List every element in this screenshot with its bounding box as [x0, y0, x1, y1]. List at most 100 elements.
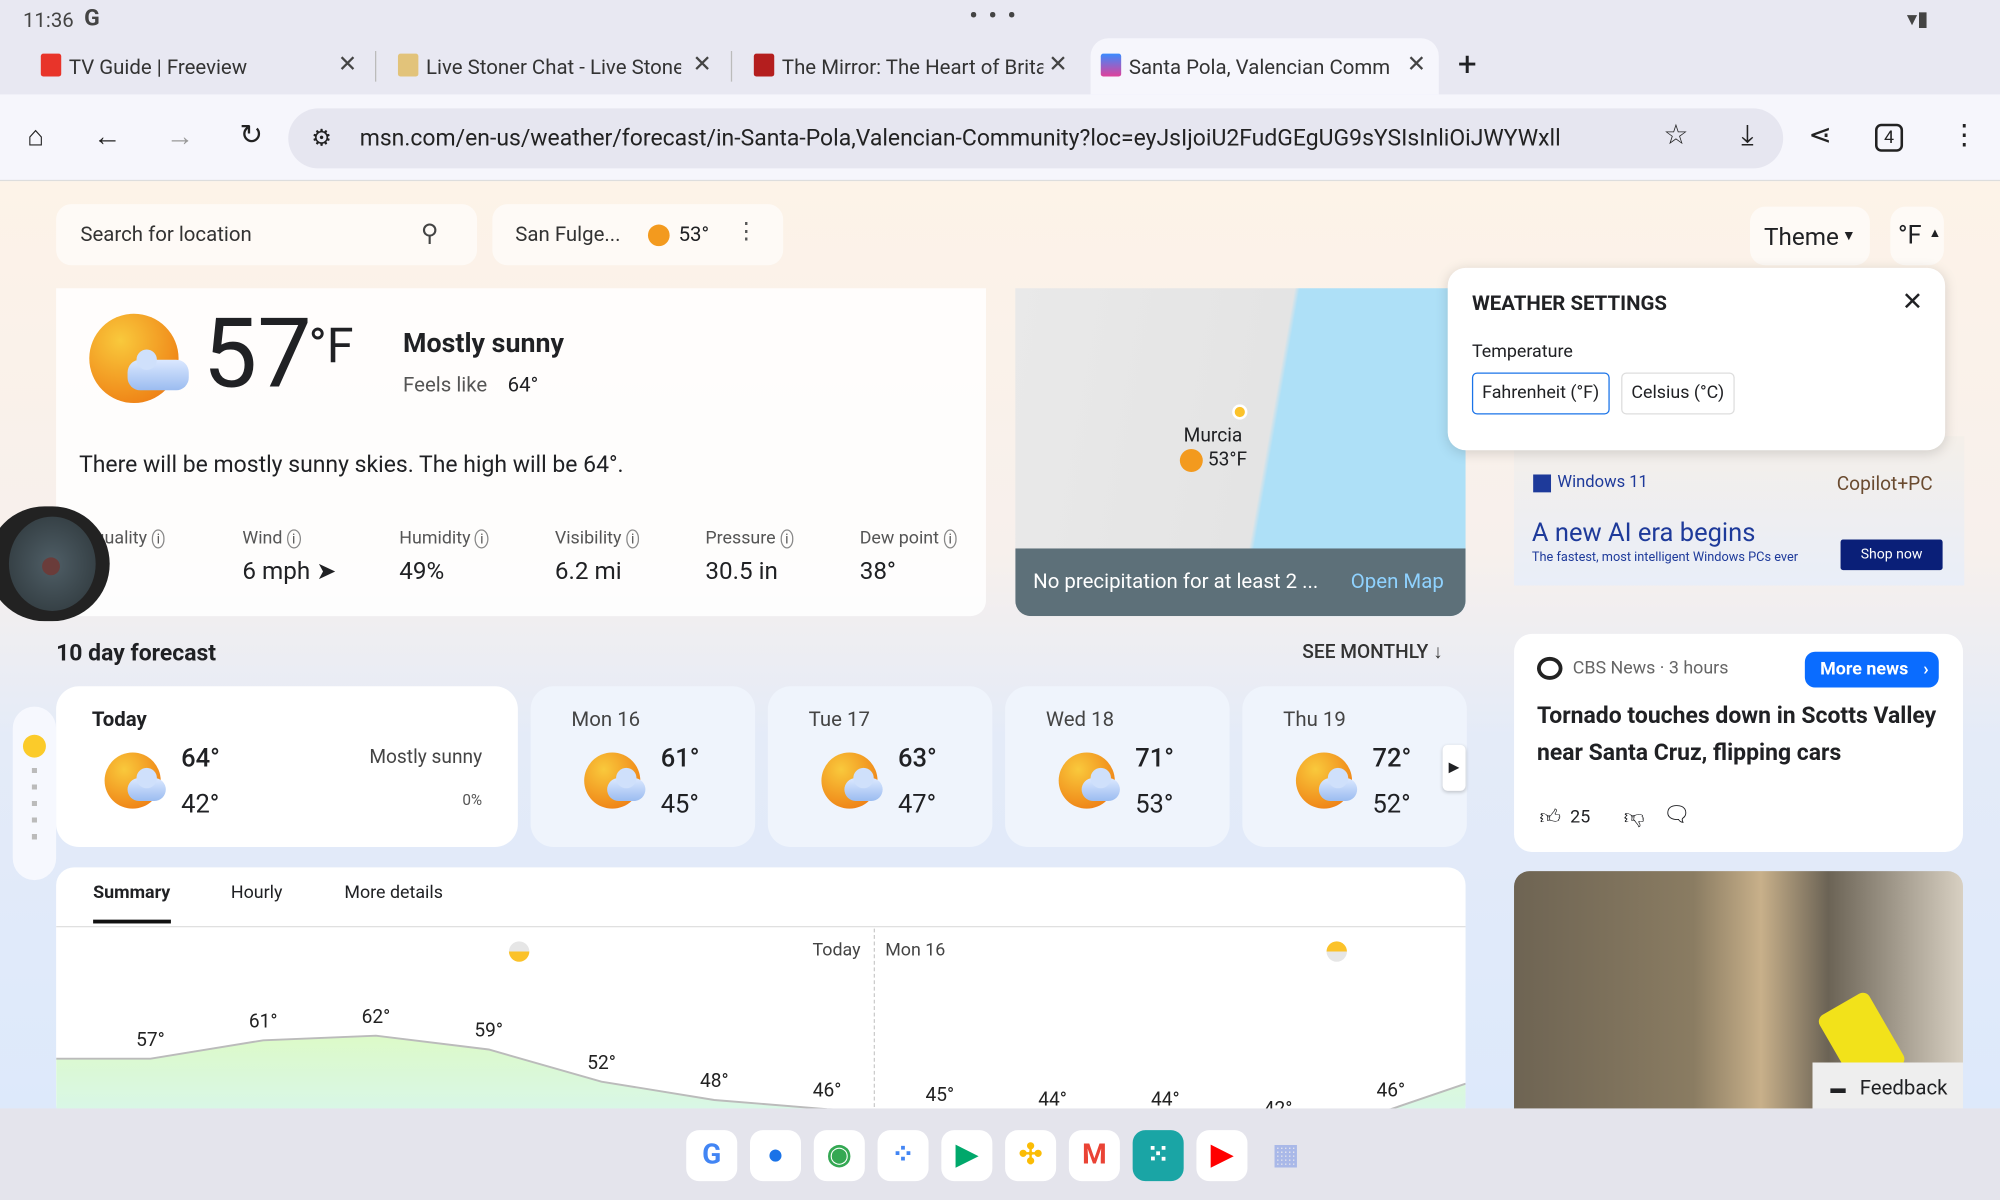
info-icon[interactable]: i — [151, 529, 166, 549]
search-input[interactable]: Search for location — [80, 222, 251, 246]
share-icon[interactable]: ⋖ — [1802, 120, 1838, 152]
weather-settings-panel: WEATHER SETTINGS ✕ Temperature Fahrenhei… — [1447, 267, 1946, 451]
address-bar[interactable]: ⚙ msn.com/en-us/weather/forecast/in-Santa… — [288, 108, 1784, 169]
metric-label-text: Visibility — [554, 528, 622, 549]
chrome-app-icon[interactable]: ◉ — [813, 1130, 865, 1182]
photos-app-icon[interactable]: ✣ — [1005, 1130, 1057, 1182]
temperature-label: 52° — [587, 1051, 616, 1074]
windows-logo-icon — [1533, 474, 1552, 493]
metric-label[interactable]: Dew point i — [859, 528, 958, 549]
fitbit-app-icon[interactable]: ⁙ — [1132, 1130, 1184, 1182]
temperature-label: 59° — [474, 1019, 503, 1042]
site-settings-icon[interactable]: ⚙ — [311, 108, 332, 168]
temperature-label: 44° — [1151, 1088, 1180, 1111]
current-temp: 57 — [202, 295, 312, 411]
info-icon[interactable]: i — [286, 529, 301, 549]
news-card[interactable]: CBS News · 3 hours More news › Tornado to… — [1514, 633, 1964, 853]
next-days-arrow[interactable]: ▶ — [1442, 744, 1466, 791]
timeline-scrubber[interactable] — [12, 706, 57, 881]
temperature-label: 46° — [813, 1078, 842, 1101]
metric-value: 49% — [399, 556, 445, 586]
tab-tv-guide[interactable]: TV Guide | Freeview ✕ — [31, 38, 370, 94]
tab-count-button[interactable]: 4 — [1874, 123, 1904, 152]
windows-ad[interactable]: Windows 11 Copilot+PC A new AI era begin… — [1514, 436, 1965, 586]
clock: 11:36 — [22, 7, 74, 32]
close-tab-icon[interactable]: ✕ — [338, 51, 357, 78]
info-icon[interactable]: i — [625, 529, 640, 549]
tab-mirror[interactable]: The Mirror: The Heart of Britain ✕ — [744, 38, 1081, 94]
temperature-label: 44° — [1038, 1088, 1067, 1111]
more-news-button[interactable]: More news › — [1804, 651, 1939, 688]
home-icon[interactable]: ⌂ — [18, 120, 54, 153]
temperature-label: 45° — [925, 1083, 954, 1106]
ad-subtext: The fastest, most intelligent Windows PC… — [1531, 551, 1799, 566]
assistant-app-icon[interactable]: ⁘ — [877, 1130, 929, 1182]
download-icon[interactable]: ⤓ — [1730, 120, 1766, 152]
weather-map[interactable]: Murcia 53°F No precipitation for at leas… — [1015, 288, 1466, 617]
tab-title: Santa Pola, Valencian Community — [1128, 54, 1391, 79]
like-icon[interactable]: 👍︎ — [1540, 805, 1561, 831]
metric-label[interactable]: Wind i — [242, 528, 301, 549]
forecast-day-card[interactable]: Thu 19 72° 52° — [1242, 686, 1467, 847]
messages-app-icon[interactable]: ● — [749, 1130, 802, 1182]
search-icon[interactable]: ⚲ — [421, 218, 439, 247]
close-tab-icon[interactable]: ✕ — [692, 51, 711, 78]
forecast-title: 10 day forecast — [56, 640, 217, 668]
close-tab-icon[interactable]: ✕ — [1407, 51, 1426, 78]
forecast-day-card[interactable]: Tue 17 63° 47° — [767, 686, 993, 847]
reload-icon[interactable]: ↻ — [233, 120, 269, 152]
close-tab-icon[interactable]: ✕ — [1048, 51, 1067, 78]
shop-now-button[interactable]: Shop now — [1840, 539, 1943, 571]
youtube-app-icon[interactable]: ▶ — [1196, 1130, 1248, 1182]
tab-santa-pola[interactable]: Santa Pola, Valencian Community ✕ — [1090, 38, 1439, 95]
low-temp: 45° — [660, 788, 699, 819]
more-options-icon[interactable]: ⋮ — [735, 218, 758, 245]
sun-icon — [22, 734, 46, 758]
see-monthly-link[interactable]: SEE MONTHLY ↓ — [1302, 640, 1442, 663]
app-drawer-icon[interactable]: ▦ — [1260, 1130, 1311, 1181]
close-icon[interactable]: ✕ — [1902, 286, 1923, 317]
google-app-icon[interactable]: G — [686, 1130, 738, 1182]
favicon — [753, 53, 775, 77]
open-map-link[interactable]: Open Map — [1351, 569, 1444, 593]
location-search[interactable]: Search for location ⚲ — [56, 204, 478, 266]
back-icon[interactable]: ← — [89, 120, 125, 153]
feedback-button[interactable]: ▬ Feedback — [1812, 1062, 1964, 1114]
ad-product: Copilot+PC — [1836, 471, 1933, 495]
news-headline[interactable]: Tornado touches down in Scotts Valley ne… — [1537, 698, 1945, 772]
tab-title: TV Guide | Freeview — [68, 54, 248, 79]
info-icon[interactable]: i — [474, 529, 489, 549]
metric-label[interactable]: Humidity i — [399, 528, 489, 549]
comment-icon[interactable]: 🗨︎ — [1663, 802, 1691, 828]
play-store-icon[interactable]: ▶ — [941, 1130, 993, 1182]
window-dots[interactable]: • • • — [969, 3, 1018, 30]
metric-label[interactable]: Pressure i — [705, 528, 794, 549]
forecast-day-card[interactable]: Mon 16 61° 45° — [530, 686, 756, 847]
theme-button[interactable]: Theme ▼ — [1749, 206, 1870, 266]
map-marker[interactable] — [1179, 448, 1203, 472]
tab-stoner-chat[interactable]: Live Stoner Chat - Live Stoner ✕ — [388, 38, 725, 94]
metric-label[interactable]: Visibility i — [555, 528, 640, 548]
floating-chat-bubble[interactable] — [0, 506, 110, 622]
forecast-day-card[interactable]: Wed 18 71° 53° — [1005, 686, 1230, 847]
info-icon[interactable]: i — [943, 529, 958, 549]
new-tab-button[interactable]: + — [1458, 46, 1477, 84]
url-text: msn.com/en-us/weather/forecast/in-Santa-… — [359, 124, 1561, 152]
forward-icon[interactable]: → — [162, 120, 198, 153]
fahrenheit-option[interactable]: Fahrenheit (°F) — [1471, 372, 1610, 415]
forecast-day-card[interactable]: Today 64° 42° Mostly sunny 0% — [56, 686, 518, 847]
bookmark-star-icon[interactable]: ☆ — [1658, 120, 1694, 152]
unit-toggle[interactable]: °F ▲ — [1890, 206, 1944, 266]
metric-label-text: Dew point — [859, 528, 939, 549]
forecast-condition: Mostly sunny — [369, 744, 483, 768]
tab-title: The Mirror: The Heart of Britain — [781, 54, 1044, 79]
dislike-icon[interactable]: 👎︎ — [1624, 805, 1645, 831]
gmail-app-icon[interactable]: M — [1068, 1130, 1120, 1182]
high-temp: 72° — [1372, 742, 1412, 773]
saved-location[interactable]: San Fulge... 53° ⋮ — [492, 204, 784, 266]
info-icon[interactable]: i — [780, 529, 794, 549]
menu-icon[interactable]: ⋮ — [1946, 120, 1982, 152]
temperature-label: 61° — [249, 1010, 278, 1033]
celsius-option[interactable]: Celsius (°C) — [1621, 372, 1735, 415]
feels-like-value: 64° — [507, 372, 539, 397]
